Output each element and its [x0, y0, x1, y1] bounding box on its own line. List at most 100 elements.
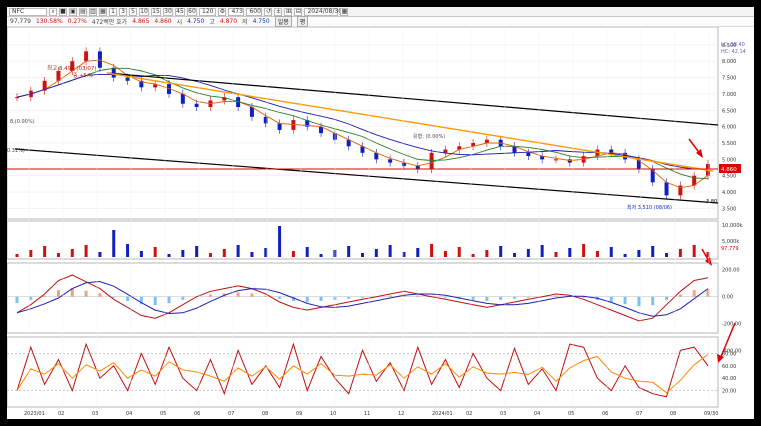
- x-tick-label: 05: [160, 411, 166, 417]
- volume-bar: [388, 245, 392, 257]
- period-button-30[interactable]: 30: [163, 7, 173, 16]
- price-tick-label: 6.000: [722, 125, 736, 131]
- stock-chart[interactable]: 8.5008.0007.5007.0006.5006.0005.5005.000…: [7, 27, 754, 419]
- macd-hist-bar: [43, 295, 47, 297]
- refresh-icon[interactable]: ↺: [264, 7, 273, 16]
- count-input[interactable]: 473: [228, 7, 245, 16]
- macd-hist-bar: [651, 296, 655, 306]
- chart-type-button[interactable]: ■: [59, 7, 67, 16]
- x-tick-label: 2023/01: [24, 411, 45, 417]
- period-button-120[interactable]: 120: [199, 7, 217, 16]
- volume-bar: [250, 252, 254, 257]
- volume-bar: [540, 245, 544, 257]
- volume-bar: [568, 248, 572, 257]
- volume-bar: [665, 253, 669, 257]
- search-icon[interactable]: ⌕: [49, 7, 57, 16]
- price-tick-label: 5.500: [722, 141, 736, 147]
- macd-tick-label: 0.00: [722, 295, 733, 301]
- macd-hist-bar: [692, 290, 696, 297]
- period-day-button[interactable]: ▣: [69, 7, 77, 16]
- candle-body: [609, 149, 614, 153]
- volume-bar: [305, 247, 309, 257]
- price-tick-label: 6.500: [722, 108, 736, 114]
- period-button-5[interactable]: 5: [129, 7, 137, 16]
- x-tick-label: 2024/01: [432, 411, 453, 417]
- macd-hist-bar: [250, 293, 254, 297]
- volume-bar: [637, 250, 641, 257]
- volume-bar: [112, 230, 116, 257]
- macd-hist-bar: [29, 296, 33, 300]
- volume-bar: [126, 244, 130, 257]
- volume-bar: [98, 252, 102, 257]
- x-tick-label: 02: [58, 411, 64, 417]
- stoch-tick-label: 40.00: [722, 376, 736, 382]
- candle-body: [429, 152, 434, 170]
- candle-body: [97, 51, 102, 68]
- note-mid: 유형: (0.00%): [413, 133, 445, 140]
- period-month-button[interactable]: ▥: [89, 7, 97, 16]
- candle-body: [125, 77, 130, 81]
- calendar-icon[interactable]: ▦: [340, 7, 349, 16]
- stoch-tick-label: 20.00: [722, 389, 736, 395]
- period-week-button[interactable]: ▤: [79, 7, 87, 16]
- period-button-60[interactable]: 60: [187, 7, 197, 16]
- date-input[interactable]: 2024/08/30: [304, 7, 342, 16]
- volume-bar: [623, 254, 627, 257]
- price-tick-label: 7.000: [722, 92, 736, 98]
- settings-icon[interactable]: ⚙: [218, 7, 227, 16]
- x-tick-label: 07: [228, 411, 234, 417]
- period-button-45[interactable]: 45: [175, 7, 185, 16]
- volume-bar: [15, 254, 19, 257]
- volume-bar: [208, 253, 212, 257]
- volume-bar: [291, 251, 295, 257]
- period-year-button[interactable]: ▦: [99, 7, 107, 16]
- change-rate: 0.27%: [67, 18, 87, 25]
- volume-bar: [430, 244, 434, 257]
- volume-bar: [443, 251, 447, 257]
- volume-bar: [499, 246, 503, 257]
- high-label: 고: [209, 19, 215, 26]
- high-marker-sub: 증.+5.%: [73, 73, 93, 79]
- note-left-2: 0.31%): [7, 148, 25, 154]
- grid-icon[interactable]: ⊟: [294, 7, 303, 16]
- macd-hist-bar: [319, 296, 323, 301]
- candle-body: [180, 93, 185, 104]
- macd-hist-bar: [56, 290, 60, 297]
- macd-tick-label: 200.00: [722, 268, 740, 274]
- average-button[interactable]: 평: [296, 16, 309, 27]
- price-tick-label: 8.000: [722, 59, 736, 65]
- x-tick-label: 07: [636, 411, 642, 417]
- volume-bar: [609, 247, 613, 257]
- x-tick-label: 10: [330, 411, 336, 417]
- volume-bar: [278, 226, 282, 257]
- x-tick-label: 08: [262, 411, 268, 417]
- period-button-15[interactable]: 15: [151, 7, 161, 16]
- period-button-10[interactable]: 10: [139, 7, 149, 16]
- zoom-icon[interactable]: ±: [274, 7, 283, 16]
- open-label: 시: [176, 19, 183, 26]
- volume-value: 97,779: [10, 18, 31, 25]
- macd-hist-bar: [361, 296, 364, 298]
- macd-hist-bar: [167, 296, 171, 304]
- x-tick-label: 04: [534, 411, 540, 417]
- volume-bar: [513, 253, 517, 257]
- x-tick-label: 03: [92, 411, 98, 417]
- x-tick-label: 03: [500, 411, 506, 417]
- stoch-tick-label: 60.00: [722, 364, 736, 370]
- candle-body: [388, 159, 393, 163]
- tool-icon[interactable]: ⊞: [284, 7, 293, 16]
- price-panel: [7, 27, 719, 220]
- candle-body: [484, 139, 489, 143]
- daily-button[interactable]: 일봉: [274, 16, 292, 27]
- macd-hist-bar: [416, 295, 420, 297]
- high-marker-label: 최고 8,490 (03/07): [47, 64, 97, 72]
- period-button-1[interactable]: 1: [109, 7, 117, 16]
- candle-body: [111, 67, 116, 78]
- price-tick-label: 5.000: [722, 157, 736, 163]
- code-input[interactable]: NFC: [9, 7, 47, 16]
- macd-hist-bar: [84, 290, 88, 297]
- period-button-3[interactable]: 3: [119, 7, 127, 16]
- volume-tick-label: 5,000k: [722, 239, 739, 245]
- macd-hist-bar: [471, 296, 475, 300]
- current-price-value: 4.860: [721, 167, 737, 173]
